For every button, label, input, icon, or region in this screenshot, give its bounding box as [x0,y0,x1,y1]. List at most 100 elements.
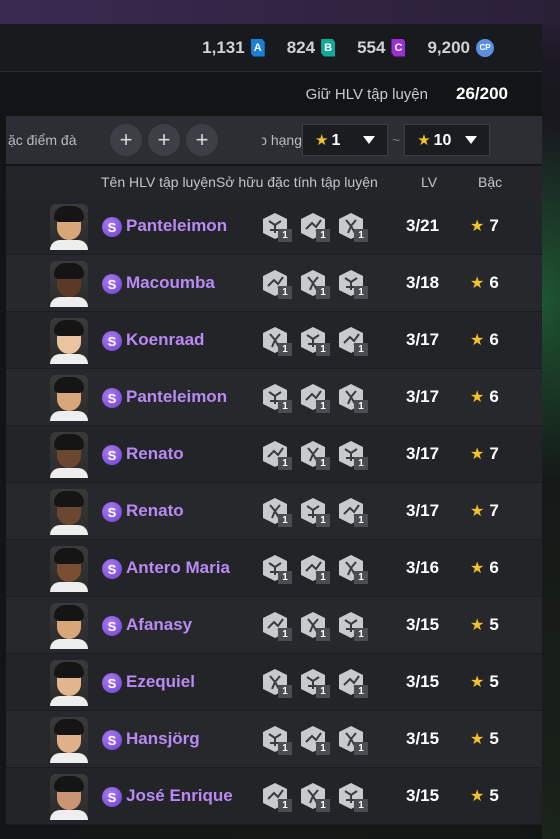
coach-grade: ★ 5 [470,729,499,748]
s-grade-badge-icon: S [102,787,122,807]
trait-filter-label: ặc điểm đà [8,132,77,148]
currency-c-icon: C [391,38,406,57]
trait-icon: 1 [262,212,292,242]
coach-hold-info: Giữ HLV tập luyện 26/200 [0,72,542,116]
trait-icon: 1 [262,326,292,356]
coach-row[interactable]: S Renato 1 1 1 3/17 ★ 7 [6,426,542,483]
trait-count: 1 [316,343,330,356]
cp-coin-icon: CP [476,38,494,57]
trait-count: 1 [316,286,330,299]
trait-count: 1 [354,457,368,470]
coach-row[interactable]: S Ezequiel 1 1 1 3/15 ★ 5 [6,654,542,711]
header-traits[interactable]: Sở hữu đặc tính tập luyện [216,174,378,190]
shirt [50,639,88,649]
hair [54,263,84,279]
trait-list: 1 1 1 [262,668,368,698]
coach-grade: ★ 7 [470,501,499,520]
coach-row[interactable]: S José Enrique 1 1 1 3/15 ★ 5 [6,768,542,825]
s-grade-badge-icon: S [102,502,122,522]
trait-icon: 1 [338,269,368,299]
trait-icon: 1 [300,725,330,755]
s-grade-badge-icon: S [102,616,122,636]
star-icon: ★ [417,131,431,149]
trait-count: 1 [316,742,330,755]
coach-row[interactable]: S Hansjörg 1 1 1 3/15 ★ 5 [6,711,542,768]
currency-a: 1,131 A [202,38,265,58]
hair [54,377,84,393]
coach-portrait [50,774,88,820]
trait-icon: 1 [262,611,292,641]
trait-count: 1 [354,343,368,356]
star-icon: ★ [470,788,485,805]
coach-grade: ★ 5 [470,786,499,805]
trait-count: 1 [278,514,292,527]
currency-bar: 1,131 A 824 B 554 C 9,200 CP [0,24,542,72]
hair [54,206,84,222]
coach-grade: ★ 6 [470,558,499,577]
header-lv[interactable]: LV [421,174,437,190]
trait-count: 1 [278,571,292,584]
trait-icon: 1 [262,269,292,299]
coach-row[interactable]: S Panteleimon 1 1 1 3/17 ★ 6 [6,369,542,426]
max-grade-select[interactable]: ★ 10 [404,124,491,156]
coach-portrait [50,717,88,763]
coach-row[interactable]: S Panteleimon 1 1 1 3/21 ★ 7 [6,198,542,255]
hair [54,719,84,735]
coach-level: 3/18 [406,273,440,292]
add-trait-filter-button-2[interactable]: + [148,124,180,156]
coach-grade: ★ 6 [470,330,499,349]
trait-count: 1 [354,514,368,527]
trait-list: 1 1 1 [262,269,368,299]
add-trait-filter-button-1[interactable]: + [110,124,142,156]
add-trait-filter-button-3[interactable]: + [186,124,218,156]
trait-icon: 1 [300,554,330,584]
trait-icon: 1 [300,611,330,641]
shirt [50,582,88,592]
s-grade-badge-icon: S [102,388,122,408]
trait-icon: 1 [338,782,368,812]
star-icon: ★ [470,503,485,520]
star-icon: ★ [470,617,485,634]
trait-icon: 1 [262,497,292,527]
coach-name: Ezequiel [126,672,195,691]
trait-count: 1 [354,685,368,698]
coach-name: Macoumba [126,273,215,292]
chevron-down-icon [363,136,375,144]
star-icon: ★ [470,560,485,577]
coach-row[interactable]: S Antero Maria 1 1 1 3/16 ★ 6 [6,540,542,597]
shirt [50,411,88,421]
trait-count: 1 [316,400,330,413]
header-name[interactable]: Tên HLV tập luyện [101,174,216,190]
trait-icon: 1 [262,782,292,812]
trait-list: 1 1 1 [262,782,368,812]
table-header: Tên HLV tập luyện Sở hữu đặc tính tập lu… [6,166,542,198]
coach-name: Panteleimon [126,216,228,235]
trait-icon: 1 [262,554,292,584]
trait-count: 1 [316,514,330,527]
coach-grade: ★ 5 [470,615,499,634]
coach-row[interactable]: S Macoumba 1 1 1 3/18 ★ 6 [6,255,542,312]
trait-count: 1 [316,571,330,584]
header-grade[interactable]: Bậc [478,174,502,190]
coach-portrait [50,546,88,592]
trait-count: 1 [316,229,330,242]
trait-count: 1 [354,571,368,584]
min-grade-select[interactable]: ★ 1 [302,124,388,156]
trait-count: 1 [354,628,368,641]
coach-level: 3/17 [406,387,440,406]
coach-level: 3/15 [406,729,440,748]
coach-level: 3/21 [406,216,440,235]
coach-row[interactable]: S Afanasy 1 1 1 3/15 ★ 5 [6,597,542,654]
star-icon: ★ [470,731,485,748]
s-grade-badge-icon: S [102,274,122,294]
trait-icon: 1 [300,668,330,698]
hair [54,548,84,564]
coach-level: 3/17 [406,444,440,463]
currency-b: 824 B [287,38,336,58]
trait-count: 1 [316,685,330,698]
shirt [50,753,88,763]
coach-row[interactable]: S Renato 1 1 1 3/17 ★ 7 [6,483,542,540]
trait-count: 1 [354,799,368,812]
coach-row[interactable]: S Koenraad 1 1 1 3/17 ★ 6 [6,312,542,369]
s-grade-badge-icon: S [102,673,122,693]
